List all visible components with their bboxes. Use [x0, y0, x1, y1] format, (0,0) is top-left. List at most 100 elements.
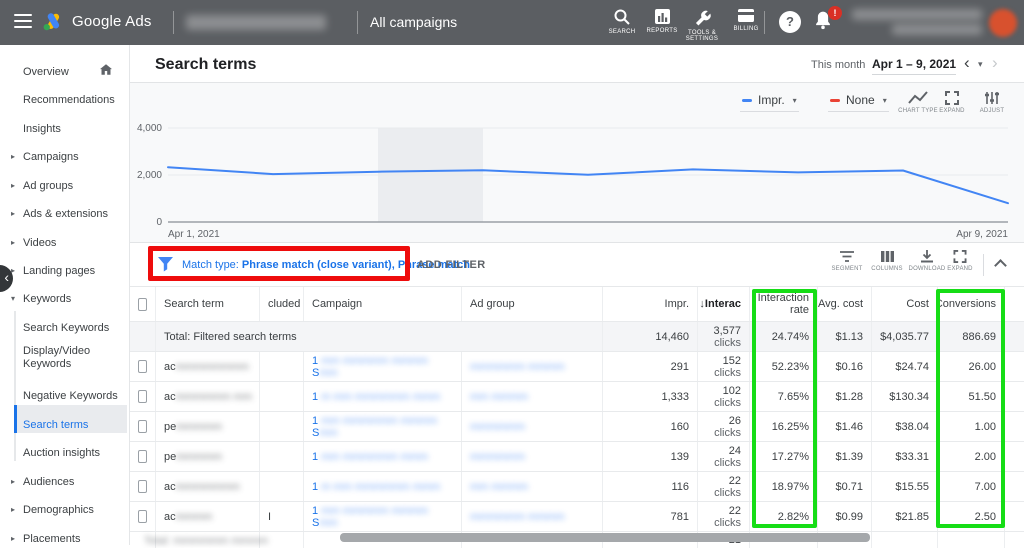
row-checkbox[interactable]: [138, 450, 147, 463]
reports-button[interactable]: REPORTS: [640, 8, 684, 34]
date-next-button[interactable]: ›: [992, 53, 998, 73]
campaign-cell[interactable]: 1 m mm mmmmmm mmm: [304, 472, 462, 501]
impressions-line-chart[interactable]: 02,0004,000Apr 1, 2021Apr 9, 2021: [130, 83, 1024, 243]
row-check-cell: [130, 472, 156, 501]
row-checkbox[interactable]: [138, 420, 147, 433]
column-interactions-label: Interac: [705, 298, 741, 310]
campaign-prefix: 1: [312, 355, 321, 367]
total-empty-cell: [130, 322, 156, 351]
interactions-value: 24: [714, 445, 741, 457]
filter-bar: Match type: Phrase match (close variant)…: [130, 243, 1024, 287]
menu-icon[interactable]: [14, 14, 32, 28]
row-checkbox[interactable]: [138, 510, 147, 523]
conversions-cell: 2.00: [938, 442, 1005, 471]
interactions-stack: 22clicks: [714, 505, 741, 529]
chevron-right-icon: ▸: [11, 534, 15, 543]
all-campaigns-label[interactable]: All campaigns: [370, 14, 457, 30]
column-added-excluded-truncated[interactable]: cluded: [260, 287, 304, 321]
campaign-blurred: m mm mmmmmm mmm: [321, 481, 440, 493]
column-ad-group[interactable]: Ad group: [462, 287, 603, 321]
date-range-selector[interactable]: Apr 1 – 9, 2021: [872, 57, 956, 75]
ad-group-cell[interactable]: mmmmmm: [462, 442, 603, 471]
column-interactions-sorted[interactable]: ↓ Interac: [698, 287, 750, 321]
chevron-down-icon[interactable]: ▾: [978, 59, 983, 70]
nav-label: BILLING: [724, 26, 768, 32]
ad-group-blurred: mmmmmm: [470, 451, 525, 463]
ad-group-cell[interactable]: mmmmmm: [462, 412, 603, 441]
table-expand-button[interactable]: EXPAND: [938, 250, 982, 272]
conversions-cell: 886.69: [938, 322, 1005, 351]
ad-group-cell[interactable]: mmmmmm mmmm: [462, 352, 603, 381]
search-term-blurred: mmmmm: [176, 421, 222, 433]
help-icon[interactable]: ?: [779, 11, 801, 33]
avg-cost-cell: $1.13: [818, 322, 872, 351]
sidebar-indent-line: [14, 311, 16, 461]
ad-group-cell[interactable]: mmmmmm mmmm: [462, 502, 603, 531]
ad-group-cell[interactable]: mm mmmm: [462, 382, 603, 411]
sidebar-item-label: Search Keywords: [23, 322, 123, 335]
sidebar-item-label: Placements: [23, 533, 123, 546]
avg-cost-cell: $0.16: [818, 352, 872, 381]
conversions-cell: 2.50: [938, 502, 1005, 531]
expand-icon: [953, 250, 967, 263]
chevron-up-icon[interactable]: [994, 259, 1007, 272]
campaign-cell[interactable]: 1 m mm mmmmmm mmm: [304, 382, 462, 411]
toolbar-divider: [983, 254, 984, 276]
avatar[interactable]: [989, 9, 1017, 37]
billing-button[interactable]: BILLING: [724, 8, 768, 32]
horizontal-scrollbar[interactable]: [340, 533, 870, 542]
column-campaign[interactable]: Campaign: [304, 287, 462, 321]
column-cost[interactable]: Cost: [872, 287, 938, 321]
impr-cell: 14,460: [603, 322, 698, 351]
search-term-prefix: pe: [164, 421, 176, 433]
topbar-divider: [173, 11, 174, 34]
select-all-checkbox[interactable]: [138, 298, 147, 311]
column-search-term[interactable]: Search term: [156, 287, 260, 321]
cost-cell: $21.85: [872, 502, 938, 531]
sidebar-item-label: Videos: [23, 237, 123, 250]
campaign-cell[interactable]: 1 mm mmmmmm mmmmSmm: [304, 412, 462, 441]
campaign-line2-blurred: mm: [319, 367, 337, 379]
row-checkbox[interactable]: [138, 360, 147, 373]
campaign-line1: 1 mm mmmmmm mmm: [312, 451, 428, 463]
tools-settings-button[interactable]: TOOLS & SETTINGS: [680, 8, 724, 42]
search-button[interactable]: SEARCH: [600, 8, 644, 35]
campaign-cell[interactable]: 1 mm mmmmmm mmm: [304, 442, 462, 471]
search-term-blurred: mmmmmmmm: [176, 361, 249, 373]
partial-cell: [1005, 352, 1024, 381]
campaign-line2: Smm: [312, 427, 437, 439]
excluded-cell: [260, 382, 304, 411]
column-impr[interactable]: Impr.: [603, 287, 698, 321]
column-interaction-rate[interactable]: Interaction rate: [750, 287, 818, 321]
search-term-blurred: mmmm: [176, 511, 213, 523]
date-prev-button[interactable]: ‹: [964, 53, 970, 73]
ad-group-blurred: mmmmmm mmmm: [470, 361, 565, 373]
filter-icon[interactable]: [158, 257, 174, 272]
nav-label: SEARCH: [600, 29, 644, 35]
impr-cell: 160: [603, 412, 698, 441]
ad-group-cell[interactable]: mm mmmm: [462, 472, 603, 501]
column-conversions[interactable]: Conversions: [938, 287, 1005, 321]
column-avg-cost[interactable]: Avg. cost: [818, 287, 872, 321]
sidebar-item-label: Ad groups: [23, 180, 123, 193]
impr-cell: 1,333: [603, 382, 698, 411]
campaign-line1: 1 m mm mmmmmm mmm: [312, 481, 440, 493]
interactions-cell: 22clicks: [698, 472, 750, 501]
campaign-link: 1 mm mmmmm mmmmSmm: [312, 505, 428, 529]
row-checkbox[interactable]: [138, 390, 147, 403]
campaign-line2: Smm: [312, 517, 428, 529]
campaign-line2-blurred: mm: [319, 517, 337, 529]
interaction-rate-label: Interaction rate: [758, 292, 809, 316]
table-row: pemmmmm1 mm mmmmmm mmmmmmmmm13924clicks1…: [130, 442, 1024, 472]
add-filter-button[interactable]: ADD FILTER: [417, 259, 486, 271]
campaign-cell[interactable]: 1 mm mmmmm mmmmSmm: [304, 352, 462, 381]
campaign-cell[interactable]: 1 mm mmmmm mmmmSmm: [304, 502, 462, 531]
row-checkbox[interactable]: [138, 480, 147, 493]
campaign-prefix: 1: [312, 481, 321, 493]
interactions-value: 102: [714, 385, 741, 397]
sidebar-item-label: Recommendations: [23, 94, 123, 107]
home-icon: [100, 64, 112, 78]
interaction-rate-cell: 17.27%: [750, 442, 818, 471]
sidebar-item-label: Keywords: [23, 293, 123, 306]
interactions-cell: 24clicks: [698, 442, 750, 471]
